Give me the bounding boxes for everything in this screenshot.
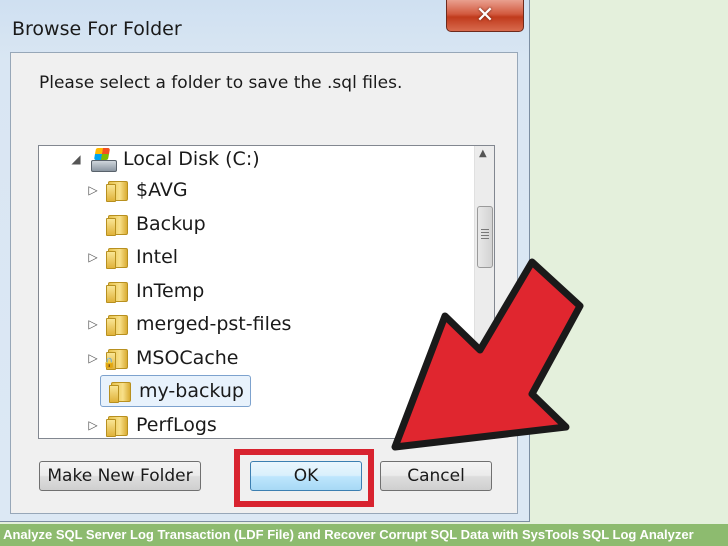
arrow-shape — [391, 258, 584, 451]
red-arrow-icon — [391, 258, 584, 451]
